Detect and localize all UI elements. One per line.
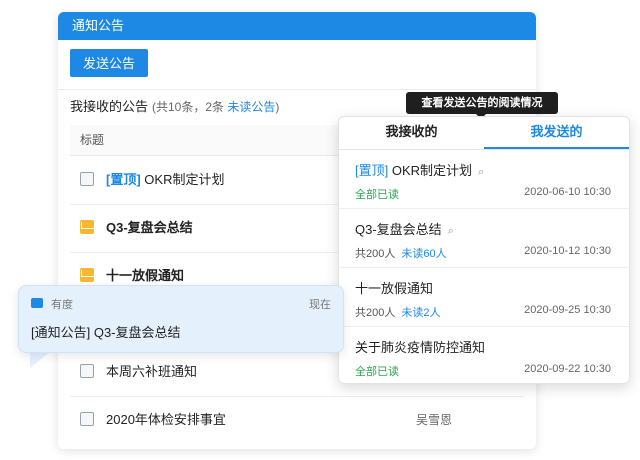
count-text: (共10条，2条 未读公告) <box>152 100 280 114</box>
window-title: 通知公告 <box>58 12 536 40</box>
notice-title: 十一放假通知 <box>355 281 434 296</box>
notice-title: Q3-复盘会总结 <box>106 220 193 235</box>
notification-toast[interactable]: 有度 现在 [通知公告] Q3-复盘会总结 <box>18 285 344 353</box>
received-label: 我接收的公告 <box>70 99 149 114</box>
tab-sent[interactable]: 我发送的 <box>484 117 629 149</box>
toast-time: 现在 <box>309 299 331 311</box>
sent-time: 2020-06-10 10:30 <box>524 186 611 198</box>
read-status: 全部已读 <box>355 189 399 201</box>
notice-title: Q3-复盘会总结 <box>355 222 442 237</box>
recipient-total: 共200人 <box>355 307 396 319</box>
recipient-total: 共200人 <box>355 248 396 260</box>
read-status-tooltip: 查看发送公告的阅读情况 <box>406 92 558 119</box>
app-icon <box>31 298 43 308</box>
notice-title: 关于肺炎疫情防控通知 <box>355 340 486 355</box>
tab-received[interactable]: 我接收的 <box>339 117 484 149</box>
sent-notice-item[interactable]: 十一放假通知 共200人 未读2人 2020-09-25 10:30 <box>339 268 629 327</box>
document-icon <box>80 412 94 426</box>
attachment-icon: ⌕ <box>478 166 485 178</box>
pinned-tag: [置顶] <box>355 163 389 178</box>
sent-time: 2020-09-22 10:30 <box>524 363 611 375</box>
read-status: 全部已读 <box>355 366 399 378</box>
toast-app-name: 有度 <box>51 299 73 311</box>
notice-author: 吴雪恩 <box>415 413 452 427</box>
document-icon <box>80 172 94 186</box>
sent-time: 2020-09-25 10:30 <box>524 304 611 316</box>
sent-notice-item[interactable]: Q3-复盘会总结 ⌕ 共200人 未读60人 2020-10-12 10:30 <box>339 209 629 268</box>
document-icon <box>80 364 94 378</box>
panel-tabs: 我接收的 我发送的 <box>339 117 629 150</box>
pinned-tag: [置顶] <box>106 172 141 187</box>
notice-title: OKR制定计划 <box>140 172 225 187</box>
mail-icon <box>80 268 94 282</box>
unread-count[interactable]: 未读2人 <box>401 307 440 319</box>
send-notice-button[interactable]: 发送公告 <box>70 49 148 77</box>
sent-notice-item[interactable]: [置顶] OKR制定计划 ⌕ 全部已读 2020-06-10 10:30 <box>339 150 629 209</box>
unread-count[interactable]: 未读60人 <box>401 248 446 260</box>
notice-title: 2020年体检安排事宜 <box>106 412 226 427</box>
sent-notice-item[interactable]: 关于肺炎疫情防控通知 全部已读 2020-09-22 10:30 <box>339 327 629 383</box>
notice-title: OKR制定计划 <box>388 163 473 178</box>
sent-time: 2020-10-12 10:30 <box>524 245 611 257</box>
notice-row[interactable]: 2020年体检安排事宜 吴雪恩 <box>70 396 524 444</box>
notice-title: 本周六补班通知 <box>106 364 198 379</box>
toast-message: [通知公告] Q3-复盘会总结 <box>31 325 181 340</box>
sent-notices-panel: 我接收的 我发送的 [置顶] OKR制定计划 ⌕ 全部已读 2020-06-10 … <box>338 116 630 384</box>
attachment-icon: ⌕ <box>447 225 454 237</box>
unread-link[interactable]: 未读公告 <box>227 100 275 114</box>
mail-icon <box>80 220 94 234</box>
